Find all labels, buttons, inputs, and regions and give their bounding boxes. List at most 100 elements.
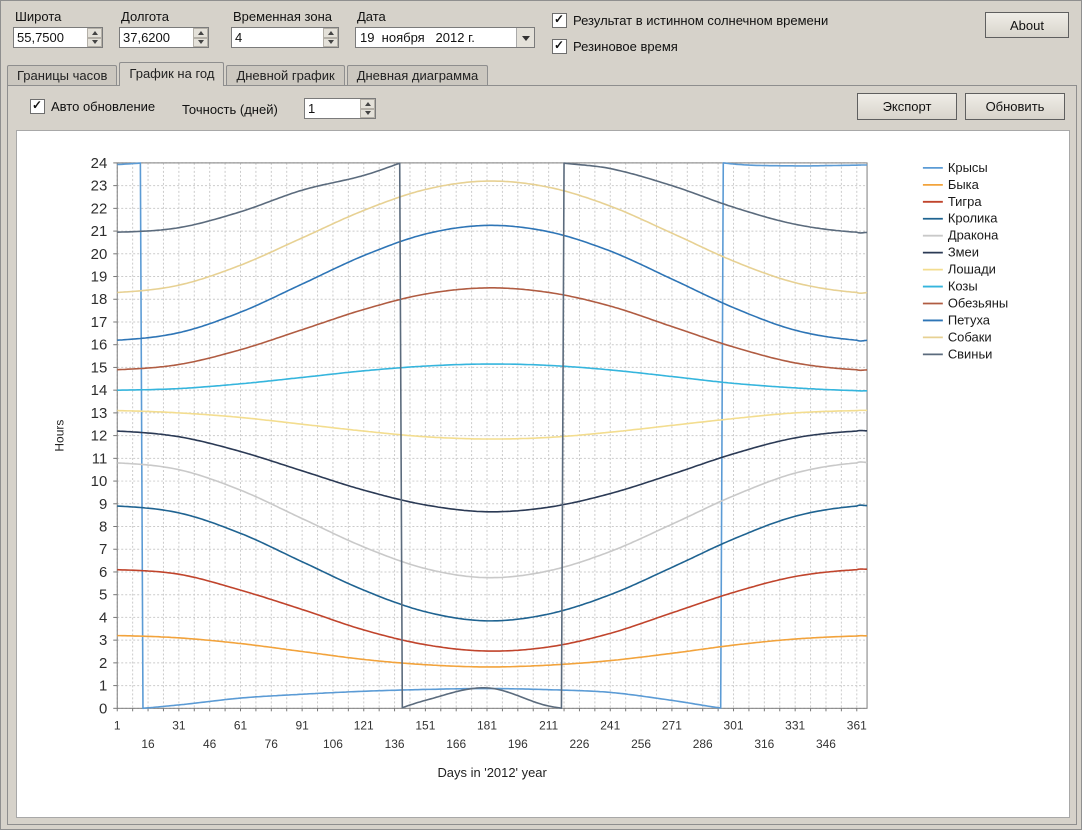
precision-input[interactable]	[305, 99, 360, 118]
svg-text:181: 181	[477, 718, 497, 732]
auto-update-checkbox[interactable]	[30, 99, 45, 114]
true-solar-checkbox[interactable]	[552, 13, 567, 28]
svg-text:21: 21	[91, 223, 108, 240]
longitude-input[interactable]	[120, 28, 193, 47]
legend-label-8: Обезьяны	[948, 295, 1008, 310]
svg-text:166: 166	[446, 737, 466, 751]
svg-text:11: 11	[92, 450, 108, 467]
precision-spin-up-icon[interactable]	[360, 99, 375, 109]
latitude-spinner	[87, 28, 102, 47]
legend-label-3: Кролика	[948, 211, 998, 226]
series-line-2	[117, 569, 867, 651]
svg-text:6: 6	[99, 564, 107, 581]
svg-text:23: 23	[91, 178, 108, 195]
svg-text:22: 22	[91, 200, 108, 217]
svg-text:24: 24	[91, 155, 108, 172]
y-axis-title: Hours	[52, 420, 66, 452]
true-solar-label: Результат в истинном солнечном времени	[573, 13, 828, 28]
timezone-label: Временная зона	[233, 9, 332, 24]
svg-text:256: 256	[631, 737, 651, 751]
legend: КрысыБыкаТиграКроликаДраконаЗмеиЛошадиКо…	[923, 160, 1008, 361]
svg-text:226: 226	[569, 737, 589, 751]
svg-text:13: 13	[91, 405, 108, 422]
rubber-time-label: Резиновое время	[573, 39, 678, 54]
timezone-spin-up-icon[interactable]	[323, 28, 338, 38]
latitude-input[interactable]	[14, 28, 87, 47]
tab-day-graph[interactable]: Дневной график	[226, 65, 344, 85]
timezone-spin-down-icon[interactable]	[323, 38, 338, 48]
svg-text:106: 106	[323, 737, 343, 751]
svg-text:2: 2	[99, 655, 107, 672]
svg-text:271: 271	[662, 718, 682, 732]
series-line-3	[117, 505, 867, 621]
series-line-5	[117, 431, 867, 512]
x-axis: 1316191121151181211241271301331361164676…	[114, 708, 867, 751]
longitude-spin-up-icon[interactable]	[193, 28, 208, 38]
svg-text:5: 5	[99, 587, 107, 604]
rubber-time-checkbox[interactable]	[552, 39, 567, 54]
svg-text:121: 121	[354, 718, 374, 732]
legend-label-9: Петуха	[948, 312, 991, 327]
timezone-input[interactable]	[232, 28, 323, 47]
legend-label-11: Свиньи	[948, 346, 993, 361]
chart-panel: 1316191121151181211241271301331361164676…	[16, 130, 1070, 818]
svg-text:151: 151	[415, 718, 435, 732]
svg-text:9: 9	[99, 496, 107, 513]
svg-text:316: 316	[754, 737, 774, 751]
latitude-spin-up-icon[interactable]	[87, 28, 102, 38]
true-solar-row: Результат в истинном солнечном времени	[552, 13, 828, 28]
longitude-label: Долгота	[121, 9, 169, 24]
auto-update-row: Авто обновление	[30, 99, 155, 114]
svg-text:331: 331	[785, 718, 805, 732]
y-axis: 0123456789101112131415161718192021222324	[91, 155, 118, 717]
tab-year-graph[interactable]: График на год	[119, 62, 224, 86]
svg-text:16: 16	[91, 337, 108, 354]
tab-page-year-graph: Авто обновление Точность (дней) Экспорт …	[7, 85, 1077, 825]
app-window: Широта Долгота Временная зона Дата 19 но…	[0, 0, 1082, 830]
svg-text:14: 14	[91, 382, 108, 399]
precision-spin-down-icon[interactable]	[360, 109, 375, 119]
svg-text:61: 61	[234, 718, 248, 732]
svg-text:0: 0	[99, 700, 107, 717]
legend-label-4: Дракона	[948, 228, 999, 243]
series-line-4	[117, 462, 867, 578]
legend-label-6: Лошади	[948, 262, 996, 277]
latitude-spin-down-icon[interactable]	[87, 38, 102, 48]
svg-text:46: 46	[203, 737, 217, 751]
tab-hour-bounds[interactable]: Границы часов	[7, 65, 117, 85]
series-line-9	[117, 225, 867, 341]
latitude-label: Широта	[15, 9, 61, 24]
legend-label-1: Быка	[948, 177, 980, 192]
rubber-time-row: Резиновое время	[552, 39, 678, 54]
precision-field	[304, 98, 376, 119]
refresh-button[interactable]: Обновить	[965, 93, 1065, 120]
svg-text:286: 286	[693, 737, 713, 751]
longitude-field	[119, 27, 209, 48]
svg-text:1: 1	[99, 678, 107, 695]
tab-day-diagram[interactable]: Дневная диаграмма	[347, 65, 489, 85]
svg-text:19: 19	[91, 269, 108, 286]
longitude-spin-down-icon[interactable]	[193, 38, 208, 48]
svg-text:15: 15	[91, 359, 108, 376]
date-label: Дата	[357, 9, 386, 24]
date-combobox[interactable]: 19 ноября 2012 г.	[355, 27, 535, 48]
legend-label-2: Тигра	[948, 194, 983, 209]
legend-label-5: Змеи	[948, 245, 979, 260]
grid	[117, 163, 867, 708]
svg-text:31: 31	[172, 718, 186, 732]
svg-text:361: 361	[847, 718, 867, 732]
svg-text:1: 1	[114, 718, 121, 732]
date-dropdown-icon[interactable]	[516, 28, 534, 47]
year-chart: 1316191121151181211241271301331361164676…	[17, 131, 1069, 817]
auto-update-label: Авто обновление	[51, 99, 155, 114]
export-button[interactable]: Экспорт	[857, 93, 957, 120]
svg-text:91: 91	[295, 718, 309, 732]
svg-text:301: 301	[724, 718, 744, 732]
series-line-7	[117, 364, 867, 391]
svg-text:16: 16	[141, 737, 155, 751]
legend-label-7: Козы	[948, 279, 978, 294]
about-button[interactable]: About	[985, 12, 1069, 38]
svg-text:196: 196	[508, 737, 528, 751]
tab-strip: Границы часов График на год Дневной граф…	[7, 62, 490, 85]
longitude-spinner	[193, 28, 208, 47]
